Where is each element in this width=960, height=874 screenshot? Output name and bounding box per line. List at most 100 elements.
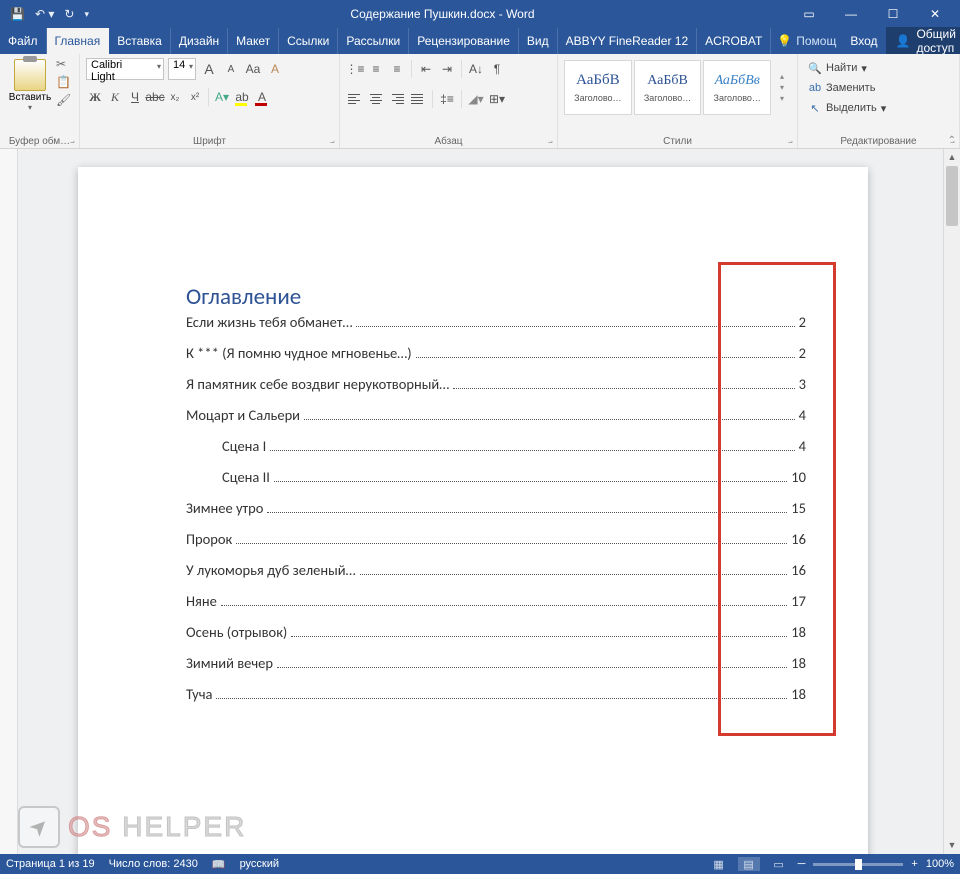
select-button[interactable]: ↖Выделить ▾ bbox=[804, 98, 953, 118]
signin-button[interactable]: Вход bbox=[842, 34, 885, 48]
vertical-scrollbar[interactable]: ▲ ▼ bbox=[943, 149, 960, 854]
borders-icon[interactable]: ⊞▾ bbox=[488, 89, 506, 109]
zoom-out-icon[interactable]: ─ bbox=[798, 858, 806, 870]
align-justify-icon[interactable] bbox=[409, 92, 427, 106]
toc-line[interactable]: Туча18 bbox=[186, 685, 806, 716]
superscript-button[interactable]: x² bbox=[186, 87, 204, 107]
zoom-value[interactable]: 100% bbox=[926, 858, 954, 870]
tab-mailings[interactable]: Рассылки bbox=[338, 28, 409, 54]
zoom-in-icon[interactable]: + bbox=[911, 858, 917, 870]
tab-design[interactable]: Дизайн bbox=[171, 28, 228, 54]
find-button[interactable]: 🔍Найти ▾ bbox=[804, 58, 953, 78]
tab-review[interactable]: Рецензирование bbox=[409, 28, 519, 54]
shrink-font-icon[interactable]: A bbox=[222, 59, 240, 79]
replace-button[interactable]: abЗаменить bbox=[804, 78, 953, 98]
toc-line[interactable]: Осень (отрывок)18 bbox=[186, 623, 806, 654]
toc-line[interactable]: Сцена II10 bbox=[186, 468, 806, 499]
toc-line[interactable]: Если жизнь тебя обманет…2 bbox=[186, 313, 806, 344]
view-web-icon[interactable]: ▭ bbox=[768, 857, 790, 871]
redo-icon[interactable]: ↻ bbox=[64, 7, 74, 21]
view-print-icon[interactable]: ▤ bbox=[738, 857, 760, 871]
tab-insert[interactable]: Вставка bbox=[109, 28, 171, 54]
status-words[interactable]: Число слов: 2430 bbox=[109, 858, 198, 870]
format-painter-icon[interactable]: 🖌 bbox=[56, 93, 71, 107]
toc-line[interactable]: Пророк16 bbox=[186, 530, 806, 561]
view-read-icon[interactable]: ▦ bbox=[708, 857, 730, 871]
toc-page: 3 bbox=[799, 375, 806, 393]
copy-icon[interactable]: 📋 bbox=[56, 75, 71, 89]
page[interactable]: Оглавление Если жизнь тебя обманет…2К **… bbox=[78, 167, 868, 854]
style-heading1[interactable]: АаБбВ Заголово… bbox=[564, 60, 632, 115]
font-color-icon[interactable]: A bbox=[253, 87, 271, 107]
change-case-icon[interactable]: Aa bbox=[244, 59, 262, 79]
toc-leader bbox=[267, 512, 787, 513]
style-heading2[interactable]: АаБбВ Заголово… bbox=[634, 60, 702, 115]
cut-icon[interactable]: ✂ bbox=[56, 57, 71, 71]
tab-references[interactable]: Ссылки bbox=[279, 28, 338, 54]
align-right-icon[interactable] bbox=[388, 92, 406, 106]
increase-indent-icon[interactable]: ⇥ bbox=[438, 59, 456, 79]
undo-icon[interactable]: ↶ ▾ bbox=[35, 7, 54, 21]
toc-line[interactable]: Я памятник себе воздвиг нерукотворный… 3 bbox=[186, 375, 806, 406]
shading-icon[interactable]: ◢▾ bbox=[467, 89, 485, 109]
toc-line[interactable]: У лукоморья дуб зеленый…16 bbox=[186, 561, 806, 592]
save-icon[interactable]: 💾 bbox=[10, 7, 25, 21]
qat-more-icon[interactable]: ▾ bbox=[84, 9, 89, 20]
scroll-down-icon[interactable]: ▼ bbox=[944, 837, 960, 854]
tab-home[interactable]: Главная bbox=[47, 28, 110, 54]
font-name-select[interactable]: Calibri Light▾ bbox=[86, 58, 164, 80]
tab-layout[interactable]: Макет bbox=[228, 28, 279, 54]
decrease-indent-icon[interactable]: ⇤ bbox=[417, 59, 435, 79]
scroll-track[interactable] bbox=[944, 166, 960, 804]
sort-icon[interactable]: A↓ bbox=[467, 59, 485, 79]
strikethrough-button[interactable]: abc bbox=[146, 87, 164, 107]
minimize-icon[interactable]: — bbox=[838, 7, 864, 21]
tab-file[interactable]: Файл bbox=[0, 28, 47, 54]
maximize-icon[interactable]: ☐ bbox=[880, 7, 906, 21]
scroll-thumb[interactable] bbox=[946, 166, 958, 226]
close-icon[interactable]: ✕ bbox=[922, 7, 948, 21]
toc-text: Я памятник себе воздвиг нерукотворный… bbox=[186, 375, 449, 393]
scroll-up-icon[interactable]: ▲ bbox=[944, 149, 960, 166]
toc-page: 2 bbox=[799, 344, 806, 362]
zoom-slider[interactable] bbox=[813, 863, 903, 866]
spellcheck-icon[interactable]: 📖 bbox=[212, 858, 226, 871]
align-left-icon[interactable] bbox=[346, 92, 364, 106]
group-clipboard: Вставить ▾ ✂ 📋 🖌 Буфер обм… bbox=[0, 54, 80, 148]
line-spacing-icon[interactable]: ‡≡ bbox=[438, 89, 456, 109]
collapse-ribbon-icon[interactable]: ⌃ bbox=[948, 135, 956, 146]
ribbon-options-icon[interactable]: ▭ bbox=[796, 7, 822, 21]
clear-format-icon[interactable]: A bbox=[266, 59, 284, 79]
highlight-icon[interactable]: ab bbox=[233, 87, 251, 107]
toc-line[interactable]: Няне17 bbox=[186, 592, 806, 623]
bold-button[interactable]: Ж bbox=[86, 87, 104, 107]
numbering-icon[interactable]: ≡ bbox=[367, 59, 385, 79]
toc-line[interactable]: Зимний вечер18 bbox=[186, 654, 806, 685]
subscript-button[interactable]: x₂ bbox=[166, 87, 184, 107]
toc-line[interactable]: К *** (Я помню чудное мгновенье…)2 bbox=[186, 344, 806, 375]
text-effects-icon[interactable]: A▾ bbox=[213, 87, 231, 107]
paste-button[interactable]: Вставить ▾ bbox=[6, 57, 54, 112]
toc-page: 4 bbox=[799, 437, 806, 455]
italic-button[interactable]: К bbox=[106, 87, 124, 107]
tab-view[interactable]: Вид bbox=[519, 28, 558, 54]
align-center-icon[interactable] bbox=[367, 92, 385, 106]
zoom-knob[interactable] bbox=[855, 859, 862, 870]
underline-button[interactable]: Ч bbox=[126, 87, 144, 107]
tab-acrobat[interactable]: ACROBAT bbox=[697, 28, 771, 54]
style-heading3[interactable]: АаБбВв Заголово… bbox=[703, 60, 771, 115]
toc-line[interactable]: Сцена I4 bbox=[186, 437, 806, 468]
font-size-select[interactable]: 14▾ bbox=[168, 58, 196, 80]
tab-abbyy[interactable]: ABBYY FineReader 12 bbox=[558, 28, 698, 54]
toc-line[interactable]: Моцарт и Сальери4 bbox=[186, 406, 806, 437]
show-marks-icon[interactable]: ¶ bbox=[488, 59, 506, 79]
tell-me[interactable]: 💡Помощ bbox=[771, 34, 842, 48]
status-page[interactable]: Страница 1 из 19 bbox=[6, 858, 95, 870]
multilevel-icon[interactable]: ≡ bbox=[388, 59, 406, 79]
bullets-icon[interactable]: ⋮≡ bbox=[346, 59, 364, 79]
status-language[interactable]: русский bbox=[240, 858, 279, 870]
grow-font-icon[interactable]: A bbox=[200, 59, 218, 79]
styles-more-icon[interactable]: ▴▾▾ bbox=[773, 60, 791, 115]
toc-line[interactable]: Зимнее утро15 bbox=[186, 499, 806, 530]
share-button[interactable]: 👤Общий доступ bbox=[886, 27, 960, 55]
